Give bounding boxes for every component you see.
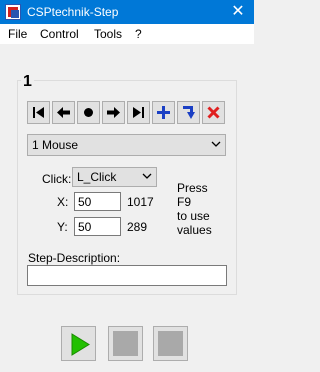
insert-step-button[interactable]	[177, 101, 200, 124]
menu-help[interactable]: ?	[135, 27, 142, 42]
disabled-pause-icon	[113, 331, 138, 356]
next-step-button[interactable]	[102, 101, 125, 124]
previous-step-icon	[57, 107, 70, 118]
click-label: Click:	[42, 172, 72, 186]
step-number: 1	[21, 73, 34, 91]
action-type-select[interactable]: 1 Mouse	[27, 134, 226, 156]
hint-line-1: Press	[177, 181, 208, 195]
y-current-value: 289	[127, 220, 148, 234]
chevron-down-icon	[142, 173, 152, 179]
y-label: Y:	[57, 220, 68, 234]
play-icon	[71, 333, 90, 356]
delete-step-button[interactable]	[202, 101, 225, 124]
insert-step-icon	[183, 106, 195, 119]
menu-bar: File Control Tools ?	[0, 24, 254, 45]
app-icon	[5, 4, 21, 20]
add-step-button[interactable]	[152, 101, 175, 124]
menu-file[interactable]: File	[8, 27, 27, 42]
last-step-icon	[133, 107, 144, 118]
title-bar: CSPtechnik-Step ✕	[0, 0, 254, 24]
menu-tools[interactable]: Tools	[94, 27, 122, 42]
record-button[interactable]	[77, 101, 100, 124]
add-step-icon	[157, 106, 170, 119]
pause-button[interactable]	[108, 326, 143, 361]
click-type-select[interactable]: L_Click	[72, 167, 157, 187]
x-label: X:	[57, 195, 69, 209]
play-button[interactable]	[61, 326, 96, 361]
stop-button[interactable]	[153, 326, 188, 361]
close-button[interactable]: ✕	[222, 0, 254, 24]
click-type-value: L_Click	[77, 170, 117, 184]
hint-line-2: F9	[177, 195, 192, 209]
record-icon	[84, 108, 93, 117]
step-description-label: Step-Description:	[28, 251, 121, 265]
first-step-button[interactable]	[27, 101, 50, 124]
last-step-button[interactable]	[127, 101, 150, 124]
hint-line-4: values	[177, 223, 212, 237]
menu-control[interactable]: Control	[40, 27, 79, 42]
disabled-stop-icon	[158, 331, 183, 356]
first-step-icon	[33, 107, 44, 118]
previous-step-button[interactable]	[52, 101, 75, 124]
hint-line-3: to use	[177, 209, 210, 223]
x-coordinate-input[interactable]	[74, 192, 121, 211]
delete-step-icon	[207, 106, 220, 119]
chevron-down-icon	[211, 141, 221, 147]
window-title: CSPtechnik-Step	[27, 5, 119, 19]
y-coordinate-input[interactable]	[74, 217, 121, 236]
next-step-icon	[107, 107, 120, 118]
action-type-value: 1 Mouse	[32, 138, 79, 152]
x-current-value: 1017	[127, 195, 154, 209]
step-description-input[interactable]	[27, 265, 227, 286]
